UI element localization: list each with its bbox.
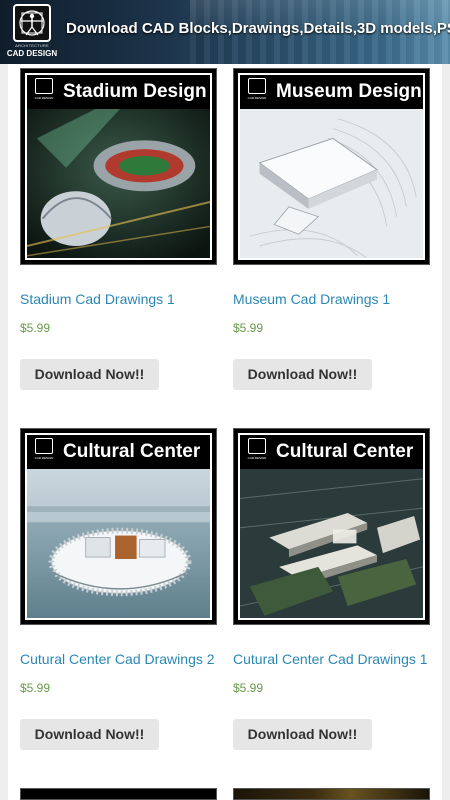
download-now-button[interactable]: Download Now!! (233, 719, 372, 750)
product-image[interactable]: CAD DESIGN Stadium Design (20, 68, 217, 265)
product-image[interactable]: CAD DESIGN Museum Design (233, 68, 430, 265)
product-name-link[interactable]: Cutural Center Cad Drawings 1 (233, 651, 433, 667)
product-price: $5.99 (20, 681, 51, 695)
cad-design-logo-icon: CAD DESIGN (31, 438, 57, 466)
logo-brand-text: CAD DESIGN (6, 49, 58, 58)
header-title: Download CAD Blocks,Drawings,Details,3D … (66, 20, 450, 37)
product-image[interactable]: CAD DESIGN Cultural Center (20, 428, 217, 625)
product-card: CAD DESIGN Cultural Center Cutural Cente… (20, 428, 220, 750)
site-header-banner[interactable]: ARCHITECTURE CAD DESIGN Download CAD Blo… (0, 0, 450, 64)
download-now-button[interactable]: Download Now!! (233, 359, 372, 390)
product-name-link[interactable]: Museum Cad Drawings 1 (233, 291, 433, 307)
product-card: CAD DESIGN Stadium Design Stadium Cad Dr… (20, 68, 220, 390)
cad-design-logo-icon: CAD DESIGN (244, 438, 270, 466)
museum-rendering-image (240, 109, 423, 258)
logo-small-text: ARCHITECTURE (15, 43, 49, 48)
cultural-center-waterfront-image (27, 469, 210, 618)
next-product-image-partial[interactable] (233, 788, 430, 800)
product-price: $5.99 (20, 321, 51, 335)
product-card: CAD DESIGN Cultural Center Cutural Cente… (233, 428, 433, 750)
product-card: CAD DESIGN Museum Design Museum Cad Draw… (233, 68, 433, 390)
product-name-link[interactable]: Cutural Center Cad Drawings 2 (20, 651, 220, 667)
vitruvian-man-icon (13, 4, 51, 42)
product-image-title: Cultural Center (276, 441, 414, 462)
product-name-link[interactable]: Stadium Cad Drawings 1 (20, 291, 220, 307)
cad-design-logo-icon: CAD DESIGN (31, 78, 57, 106)
stadium-rendering-image (27, 109, 210, 258)
product-image[interactable]: CAD DESIGN Cultural Center (233, 428, 430, 625)
cultural-center-aerial-image (240, 469, 423, 618)
product-image-title: Cultural Center (63, 441, 201, 462)
left-page-margin (0, 64, 8, 800)
download-now-button[interactable]: Download Now!! (20, 359, 159, 390)
product-image-title: Museum Design (276, 81, 422, 102)
product-price: $5.99 (233, 681, 264, 695)
site-logo[interactable]: ARCHITECTURE CAD DESIGN (4, 4, 60, 62)
next-product-image-partial[interactable] (20, 788, 217, 800)
product-price: $5.99 (233, 321, 264, 335)
cad-design-logo-icon: CAD DESIGN (244, 78, 270, 106)
product-image-title: Stadium Design (63, 81, 207, 102)
download-now-button[interactable]: Download Now!! (20, 719, 159, 750)
right-page-margin (442, 64, 450, 800)
